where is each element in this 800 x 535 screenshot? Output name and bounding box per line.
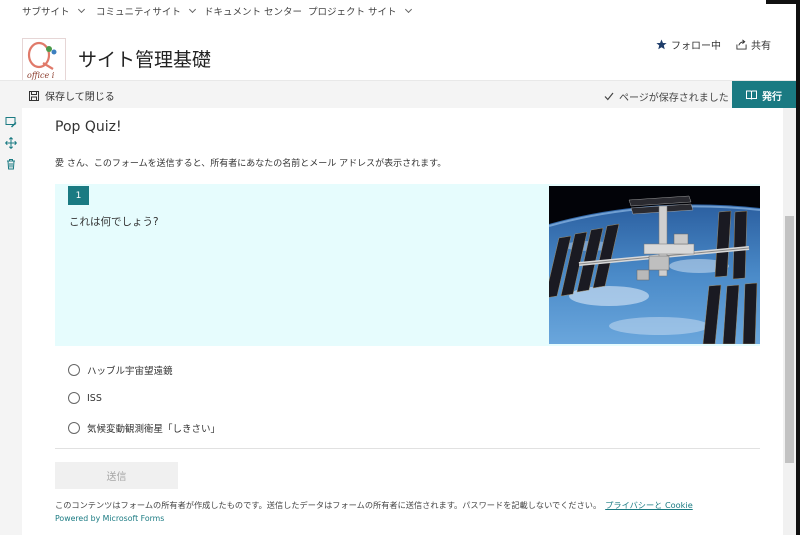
follow-button[interactable]: フォロー中 bbox=[656, 37, 721, 52]
nav-item-community-site[interactable]: コミュニティサイト bbox=[96, 4, 196, 18]
divider bbox=[55, 448, 760, 449]
submit-button[interactable]: 送信 bbox=[55, 462, 178, 489]
nav-item-label: ドキュメント センター bbox=[204, 7, 303, 18]
question-text: これは何でしょう? bbox=[69, 216, 159, 228]
office-i-logo-icon: office i bbox=[27, 41, 57, 80]
top-navigation: サブサイト コミュニティサイト ドキュメント センター プロジェクト サイト bbox=[0, 0, 796, 18]
delete-webpart-icon[interactable] bbox=[5, 155, 17, 170]
window-edge bbox=[796, 0, 800, 535]
nav-item-label: サブサイト bbox=[22, 7, 70, 18]
nav-item-project-site[interactable]: プロジェクト サイト bbox=[308, 4, 412, 18]
chevron-down-icon bbox=[404, 5, 412, 14]
form-title: Pop Quiz! bbox=[55, 119, 122, 135]
radio-button[interactable] bbox=[68, 364, 80, 376]
nav-item-document-center[interactable]: ドキュメント センター bbox=[204, 4, 302, 18]
save-status-label: ページが保存されました bbox=[619, 93, 729, 104]
answer-option-label: ISS bbox=[87, 392, 102, 404]
follow-label: フォロー中 bbox=[671, 41, 721, 52]
page-canvas: Pop Quiz! 愛 さん、このフォームを送信すると、所有者にあなたの名前とメ… bbox=[22, 108, 783, 535]
nav-item-subsite[interactable]: サブサイト bbox=[22, 4, 85, 18]
site-header: office i サイト管理基礎 フォロー中 共有 bbox=[0, 18, 796, 82]
publish-label: 発行 bbox=[762, 91, 782, 103]
publish-button[interactable]: 発行 bbox=[732, 81, 796, 109]
edit-webpart-icon[interactable] bbox=[5, 113, 17, 128]
window-edge bbox=[766, 0, 800, 4]
share-label: 共有 bbox=[751, 41, 771, 52]
save-icon bbox=[29, 90, 39, 101]
share-button[interactable]: 共有 bbox=[736, 37, 771, 52]
nav-item-label: プロジェクト サイト bbox=[308, 7, 397, 18]
question-card: 1 これは何でしょう? bbox=[55, 184, 760, 346]
nav-item-label: コミュニティサイト bbox=[96, 7, 181, 18]
radio-button[interactable] bbox=[68, 422, 80, 434]
answer-option-3[interactable]: 気候変動観測衛星「しきさい」 bbox=[68, 421, 220, 435]
space-station-image bbox=[549, 186, 760, 344]
webpart-toolbar bbox=[0, 108, 22, 535]
answer-option-label: 気候変動観測衛星「しきさい」 bbox=[87, 424, 221, 435]
answer-option-1[interactable]: ハッブル宇宙望遠鏡 bbox=[68, 363, 173, 377]
save-and-close-button[interactable]: 保存して閉じる bbox=[29, 88, 115, 103]
share-icon bbox=[736, 39, 747, 50]
question-number-badge: 1 bbox=[68, 186, 89, 205]
star-icon bbox=[656, 39, 667, 50]
checkmark-icon bbox=[604, 92, 614, 101]
move-webpart-icon[interactable] bbox=[5, 134, 17, 149]
site-logo[interactable]: office i bbox=[22, 38, 66, 82]
book-icon bbox=[746, 90, 757, 100]
save-and-close-label: 保存して閉じる bbox=[45, 92, 115, 103]
command-bar: 保存して閉じる ページが保存されました 発行 bbox=[0, 80, 796, 109]
powered-by-link[interactable]: Powered by Microsoft Forms bbox=[55, 514, 164, 523]
chevron-down-icon bbox=[77, 5, 85, 14]
save-status: ページが保存されました bbox=[604, 89, 729, 104]
form-footer-note: このコンテンツはフォームの所有者が作成したものです。送信したデータはフォームの所… bbox=[55, 499, 693, 511]
radio-button[interactable] bbox=[68, 392, 80, 404]
logo-text: office i bbox=[27, 71, 55, 80]
footer-note-text: このコンテンツはフォームの所有者が作成したものです。送信したデータはフォームの所… bbox=[55, 500, 602, 510]
answer-option-2[interactable]: ISS bbox=[68, 392, 102, 404]
site-title: サイト管理基礎 bbox=[78, 49, 212, 71]
answer-option-label: ハッブル宇宙望遠鏡 bbox=[87, 366, 173, 377]
privacy-link[interactable]: プライバシーと Cookie bbox=[605, 500, 693, 510]
form-description: 愛 さん、このフォームを送信すると、所有者にあなたの名前とメール アドレスが表示… bbox=[55, 159, 447, 169]
scrollbar-thumb[interactable] bbox=[785, 216, 794, 463]
question-image bbox=[549, 186, 760, 344]
chevron-down-icon bbox=[188, 5, 196, 14]
